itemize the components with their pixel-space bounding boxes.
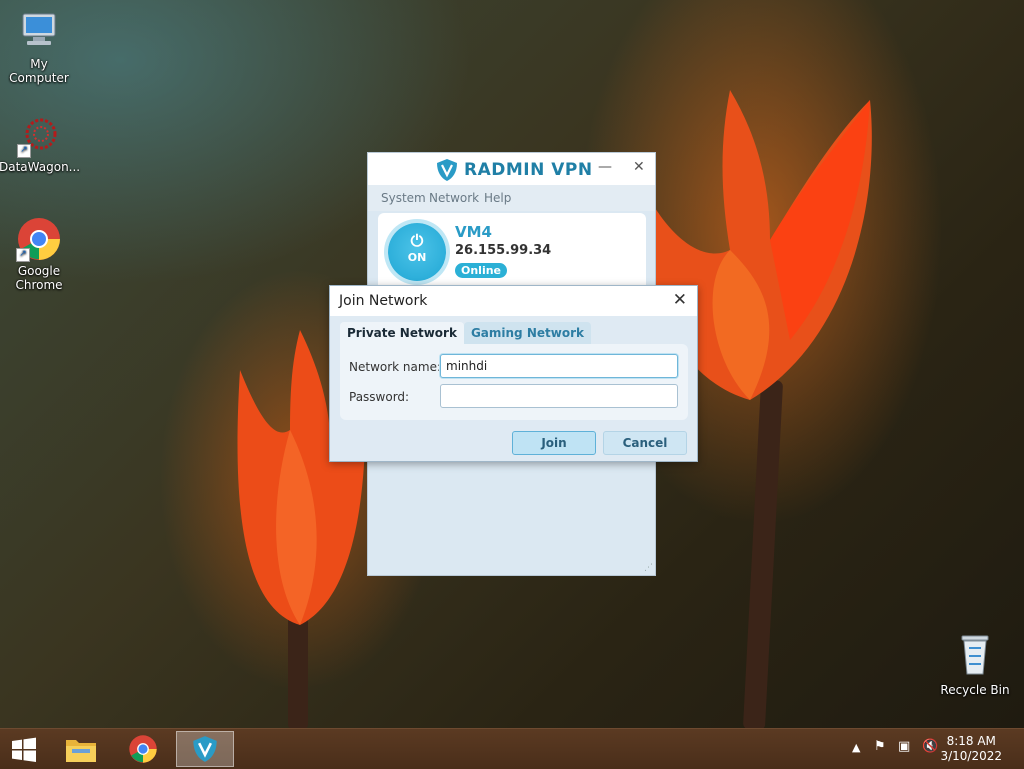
chrome-icon [129, 735, 157, 763]
start-button[interactable] [0, 731, 56, 767]
network-name-input[interactable] [440, 354, 678, 378]
radmin-title: RADMIN VPN [464, 160, 593, 180]
network-type-tabs: Private Network Gaming Network [340, 322, 591, 344]
taskbar-file-explorer[interactable] [54, 731, 110, 767]
power-icon: ⏻ [410, 231, 424, 250]
taskbar-radmin-vpn[interactable] [176, 731, 234, 767]
shortcut-arrow-icon: ↗ [17, 144, 31, 158]
taskbar: ▲ ⚑ ▣ 🔇 8:18 AM 3/10/2022 [0, 728, 1024, 769]
password-input[interactable] [440, 384, 678, 408]
desktop-icon-label: Google Chrome [15, 264, 63, 292]
vm-ip: 26.155.99.34 [455, 243, 552, 258]
recycle-bin-icon [961, 635, 989, 675]
radmin-vpn-icon [193, 736, 217, 762]
desktop-icon-recycle-bin[interactable]: Recycle Bin [935, 630, 1015, 697]
resize-grip-icon[interactable]: ⋰ [644, 563, 653, 573]
vm-name: VM4 [455, 223, 492, 241]
status-badge: Online [455, 263, 508, 278]
vm-status-card: ⏻ ON VM4 26.155.99.34 Online [378, 213, 646, 293]
taskbar-chrome[interactable] [115, 731, 171, 767]
radmin-shield-icon [437, 159, 457, 181]
cancel-button[interactable]: Cancel [603, 431, 687, 455]
desktop-icon-datawagon[interactable]: ↗ DataWagon... [0, 114, 81, 174]
clock-time: 8:18 AM [946, 734, 996, 748]
join-button[interactable]: Join [512, 431, 596, 455]
desktop-icon-label: DataWagon... [0, 160, 81, 174]
radmin-close-button[interactable]: ✕ [633, 159, 645, 175]
taskbar-clock[interactable]: 8:18 AM 3/10/2022 [940, 734, 1002, 764]
radmin-logo: RADMIN VPN [436, 158, 593, 182]
shortcut-arrow-icon: ↗ [16, 248, 30, 262]
menu-help[interactable]: Help [484, 191, 511, 205]
tulip-stem-right [742, 379, 784, 731]
dialog-title: Join Network [339, 293, 428, 309]
power-button[interactable]: ⏻ ON [388, 223, 446, 281]
desktop-icon-label: My Computer [9, 57, 69, 85]
radmin-menu-bar: System Network Help [368, 185, 655, 211]
password-label: Password: [349, 390, 410, 404]
tab-gaming-network[interactable]: Gaming Network [463, 322, 591, 344]
clock-date: 3/10/2022 [940, 749, 1002, 763]
minimize-button[interactable]: — [598, 159, 612, 175]
network-icon[interactable]: ▣ [898, 739, 910, 754]
tab-private-network[interactable]: Private Network [340, 322, 464, 344]
desktop-icon-my-computer[interactable]: My Computer [0, 8, 79, 85]
private-network-panel: Network name: Password: [340, 344, 688, 420]
radmin-title-bar[interactable]: RADMIN VPN — ✕ [368, 153, 655, 185]
computer-icon [22, 13, 56, 45]
menu-system[interactable]: System [381, 191, 426, 205]
desktop-icon-google-chrome[interactable]: ↗ Google Chrome [0, 216, 79, 292]
menu-network[interactable]: Network [429, 191, 479, 205]
start-icon [12, 737, 36, 762]
volume-muted-icon[interactable]: 🔇 [922, 739, 938, 754]
file-explorer-icon [66, 740, 96, 762]
show-hidden-icons[interactable]: ▲ [852, 741, 860, 754]
action-center-flag-icon[interactable]: ⚑ [874, 739, 886, 754]
network-name-label: Network name: [349, 360, 441, 374]
dialog-title-bar[interactable]: Join Network ✕ [330, 286, 697, 316]
desktop-icon-label: Recycle Bin [940, 683, 1010, 697]
power-label: ON [407, 251, 427, 264]
dialog-close-button[interactable]: ✕ [673, 290, 687, 310]
join-network-dialog[interactable]: Join Network ✕ Private Network Gaming Ne… [329, 285, 698, 462]
